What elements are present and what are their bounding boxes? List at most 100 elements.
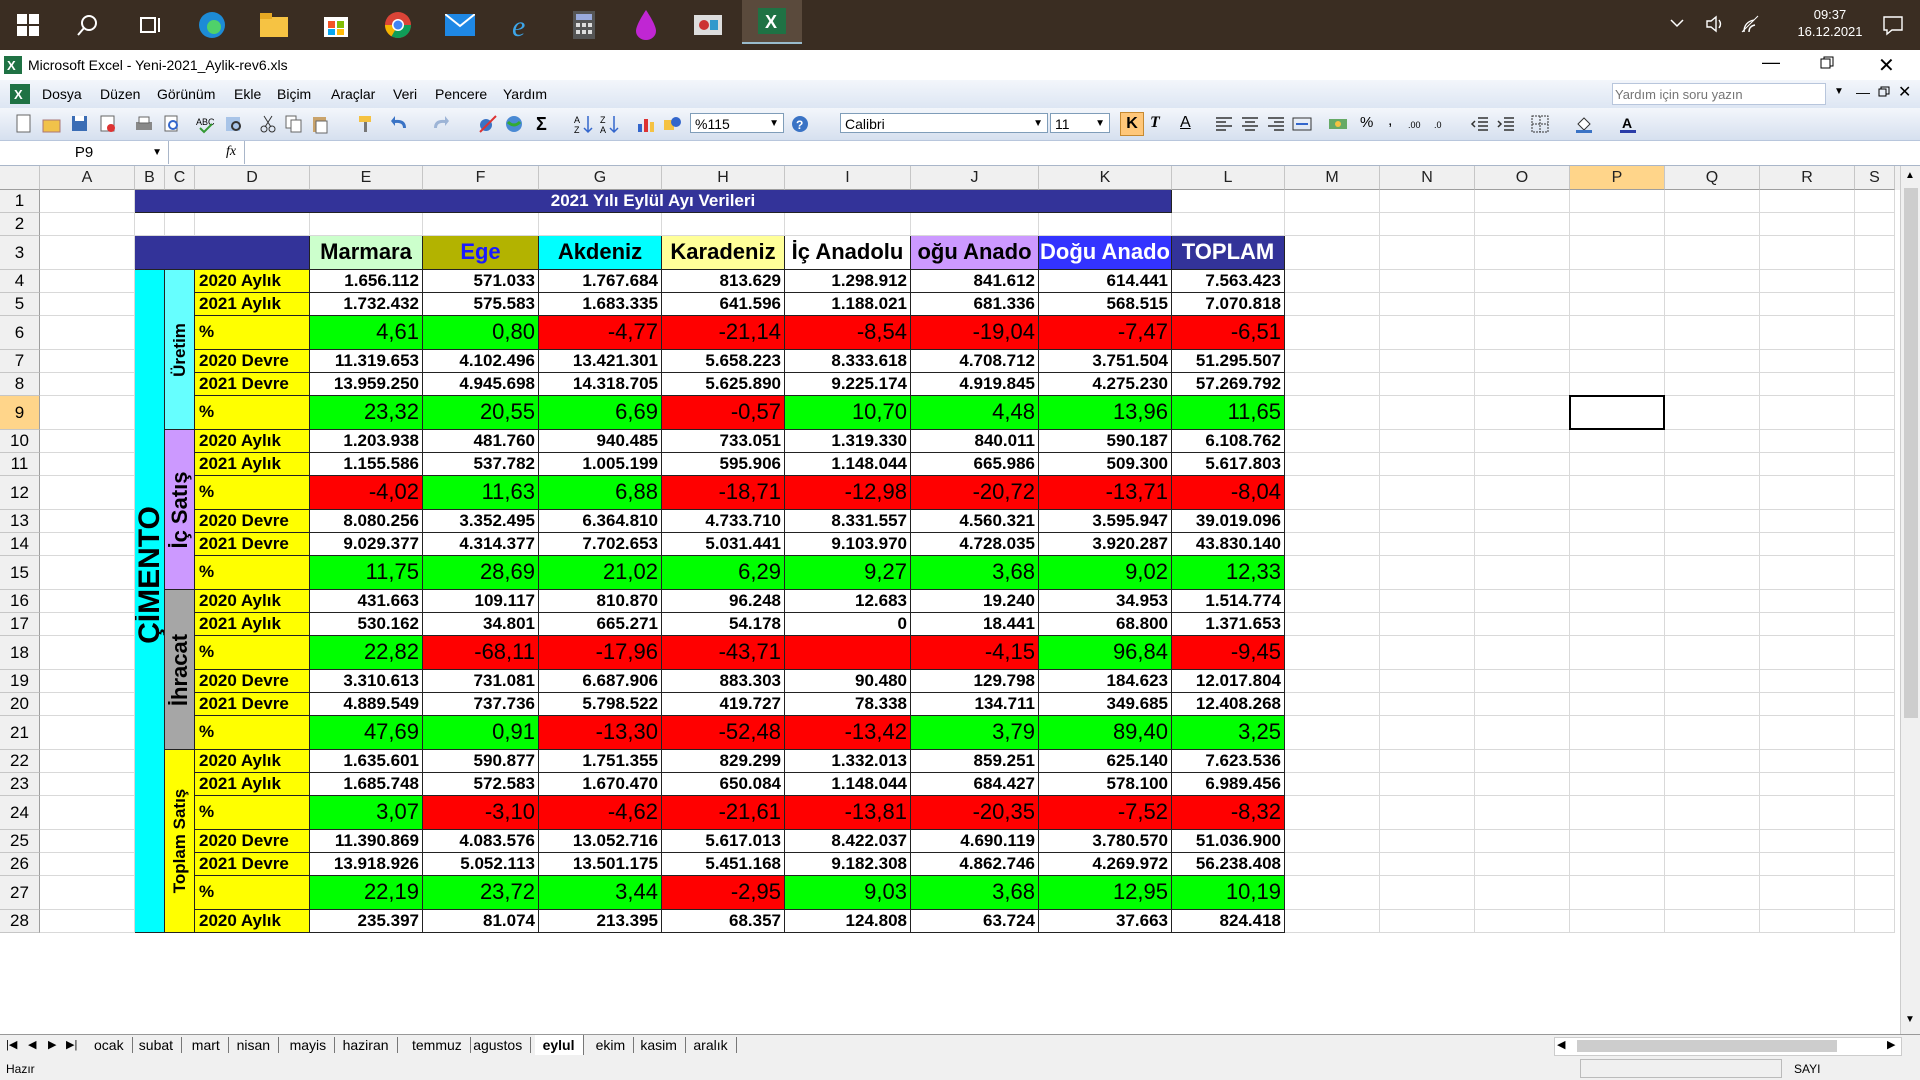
grid-cell[interactable]: [40, 910, 135, 933]
grid-cell[interactable]: [1665, 190, 1760, 213]
grid-cell[interactable]: [1570, 693, 1665, 716]
sheet-tab-temmuz[interactable]: temmuz: [404, 1037, 471, 1053]
comma-style-icon[interactable]: ,: [1388, 112, 1392, 130]
grid-cell[interactable]: [662, 213, 785, 236]
grid-cell[interactable]: [1285, 613, 1380, 636]
workbook-icon[interactable]: X: [4, 84, 32, 107]
sheet-tab-aralık[interactable]: aralık: [685, 1037, 737, 1053]
scroll-left-icon[interactable]: ◀: [1557, 1038, 1565, 1051]
row-header-19[interactable]: 19: [0, 670, 40, 693]
zoom-dropdown-icon[interactable]: ▼: [769, 114, 779, 134]
grid-cell[interactable]: [1285, 636, 1380, 670]
grid-cell[interactable]: [1760, 636, 1855, 670]
column-header-s[interactable]: S: [1855, 166, 1895, 190]
grid-cell[interactable]: [40, 316, 135, 350]
workbook-minimize-icon[interactable]: —: [1856, 84, 1870, 100]
grid-cell[interactable]: [1380, 613, 1475, 636]
grid-cell[interactable]: [1855, 830, 1895, 853]
grid-cell[interactable]: [1380, 910, 1475, 933]
grid-cell[interactable]: [1285, 693, 1380, 716]
grid-cell[interactable]: [1475, 510, 1570, 533]
row-header-12[interactable]: 12: [0, 476, 40, 510]
grid-cell[interactable]: [1665, 270, 1760, 293]
grid-cell[interactable]: [1665, 350, 1760, 373]
row-header-17[interactable]: 17: [0, 613, 40, 636]
grid-cell[interactable]: [1570, 830, 1665, 853]
grid-cell[interactable]: [1570, 910, 1665, 933]
grid-cell[interactable]: [1570, 670, 1665, 693]
grid-cell[interactable]: [40, 350, 135, 373]
row-header-21[interactable]: 21: [0, 716, 40, 750]
clock[interactable]: 09:37 16.12.2021: [1780, 6, 1880, 40]
column-header-f[interactable]: F: [423, 166, 539, 190]
grid-cell[interactable]: [1475, 430, 1570, 453]
grid-cell[interactable]: [1475, 830, 1570, 853]
grid-cell[interactable]: [1760, 750, 1855, 773]
grid-cell[interactable]: [1380, 853, 1475, 876]
grid-cell[interactable]: [1760, 270, 1855, 293]
grid-cell[interactable]: [1380, 510, 1475, 533]
grid-cell[interactable]: [40, 270, 135, 293]
grid-cell[interactable]: [1570, 213, 1665, 236]
grid-cell[interactable]: [1285, 236, 1380, 270]
name-box[interactable]: P9 ▼: [0, 141, 169, 164]
autosum-icon[interactable]: Σ: [536, 114, 547, 135]
selected-cell-p9[interactable]: [1569, 395, 1665, 430]
grid-cell[interactable]: [1570, 373, 1665, 396]
grid-cell[interactable]: [40, 796, 135, 830]
grid-cell[interactable]: [1285, 590, 1380, 613]
name-box-dropdown-icon[interactable]: ▼: [152, 141, 162, 164]
grid-cell[interactable]: [1380, 270, 1475, 293]
grid-cell[interactable]: [423, 213, 539, 236]
grid-cell[interactable]: [1855, 236, 1895, 270]
grid-cell[interactable]: [1760, 453, 1855, 476]
grid-cell[interactable]: [1285, 796, 1380, 830]
grid-cell[interactable]: [1570, 236, 1665, 270]
grid-cell[interactable]: [1475, 350, 1570, 373]
column-header-k[interactable]: K: [1039, 166, 1172, 190]
help-dropdown-icon[interactable]: ▼: [1834, 86, 1844, 97]
grid-cell[interactable]: [40, 830, 135, 853]
grid-cell[interactable]: [1475, 590, 1570, 613]
grid-cell[interactable]: [1380, 453, 1475, 476]
grid-cell[interactable]: [1855, 613, 1895, 636]
minimize-icon[interactable]: —: [1762, 52, 1780, 73]
sheet-tab-mart[interactable]: mart: [184, 1037, 229, 1053]
grid-cell[interactable]: [40, 190, 135, 213]
grid-cell[interactable]: [1380, 796, 1475, 830]
menu-gorunum[interactable]: Görünüm: [157, 86, 215, 102]
sheet-tab-eylul[interactable]: eylul: [534, 1035, 584, 1055]
format-painter-icon[interactable]: [356, 114, 376, 134]
grid-cell[interactable]: [40, 750, 135, 773]
column-header-p[interactable]: P: [1570, 166, 1665, 190]
spelling-icon[interactable]: ABC: [196, 114, 216, 134]
grid-cell[interactable]: [1380, 876, 1475, 910]
task-view-icon[interactable]: [130, 8, 170, 42]
grid-cell[interactable]: [1380, 830, 1475, 853]
grid-cell[interactable]: [1760, 213, 1855, 236]
grid-cell[interactable]: [1285, 190, 1380, 213]
sheet-tab-nisan[interactable]: nisan: [229, 1037, 280, 1053]
new-file-icon[interactable]: [14, 114, 34, 134]
grid-cell[interactable]: [40, 476, 135, 510]
grid-cell[interactable]: [1380, 396, 1475, 430]
italic-icon[interactable]: T: [1150, 114, 1160, 132]
row-header-20[interactable]: 20: [0, 693, 40, 716]
increase-indent-icon[interactable]: [1496, 114, 1516, 134]
grid-cell[interactable]: [40, 556, 135, 590]
grid-cell[interactable]: [40, 293, 135, 316]
grid-cell[interactable]: [40, 773, 135, 796]
grid-cell[interactable]: [1285, 350, 1380, 373]
grid-cell[interactable]: [1665, 236, 1760, 270]
borders-icon[interactable]: [1530, 114, 1550, 134]
grid-cell[interactable]: [1570, 476, 1665, 510]
grid-cell[interactable]: [1665, 510, 1760, 533]
grid-cell[interactable]: [1855, 750, 1895, 773]
grid-cell[interactable]: [1760, 853, 1855, 876]
grid-cell[interactable]: [1380, 373, 1475, 396]
grid-cell[interactable]: [1665, 316, 1760, 350]
grid-cell[interactable]: [1285, 430, 1380, 453]
grid-cell[interactable]: [1665, 876, 1760, 910]
permission-icon[interactable]: [98, 114, 118, 134]
grid-cell[interactable]: [1855, 453, 1895, 476]
